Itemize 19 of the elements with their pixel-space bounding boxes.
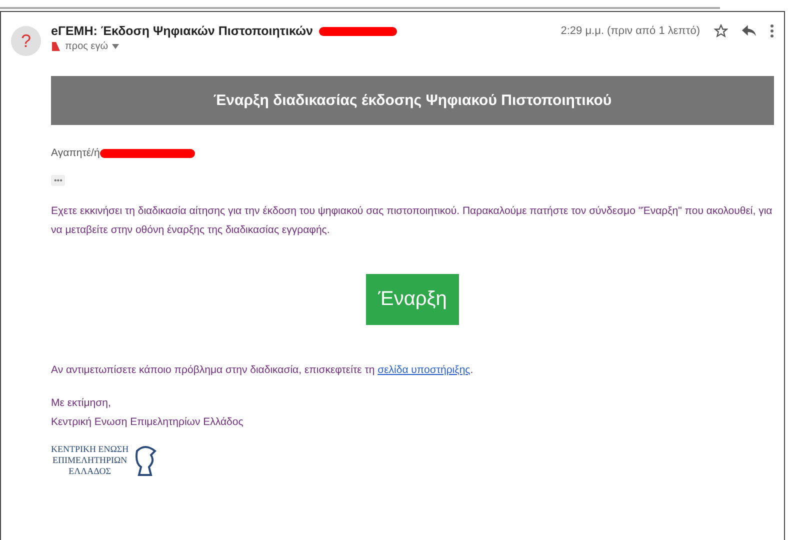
avatar-icon: ?	[11, 26, 41, 56]
more-icon[interactable]	[770, 24, 774, 38]
signature-text: Κεντρική Ενωση Επιμελητηρίων Ελλάδος	[51, 415, 244, 430]
reply-icon[interactable]	[742, 25, 756, 37]
recipient-label[interactable]: προς εγώ	[65, 41, 108, 52]
label-icon	[51, 41, 61, 52]
support-link[interactable]: σελίδα υποστήριξης	[378, 364, 470, 376]
start-button[interactable]: Έναρξη	[366, 274, 459, 325]
email-banner: Έναρξη διαδικασίας έκδοσης Ψηφιακού Πιστοποιητικού	[51, 76, 774, 125]
email-subject: eΓΕΜΗ: Έκδοση Ψηφιακών Πιστοποιητικών	[51, 24, 314, 38]
email-time: 2:29 μ.μ. (πριν από 1 λεπτό)	[560, 25, 700, 37]
support-text: Αν αντιμετωπίσετε κάποιο πρόβλημα στην διαδικασία, επισκεφτείτε τη σελίδα υποστήριξης.	[51, 363, 474, 378]
caret-icon[interactable]	[112, 44, 120, 49]
closing-text: Με εκτίμηση,	[51, 396, 112, 411]
email-paragraph: Εχετε εκκινήσει τη διαδικασία αίτησης για την έκδοση του ψηφιακού σας πιστοποιητικού. Παρακαλούμε πατήστε τον σύνδεσμο "Έναρξη" που ακολουθεί, για να μεταβείτε στην οθόνη έναρξης της διαδικασίας εγγραφής.	[51, 204, 774, 238]
logo-text: ΚΕΝΤΡΙΚΗ ΕΝΩΣΗ ΕΠΙΜΕΛΗΤΗΡΙΩΝ ΕΛΛΑΔΟΣ	[51, 444, 129, 477]
trimmed-content-button[interactable]: •••	[51, 175, 66, 186]
star-icon[interactable]	[714, 24, 728, 38]
greeting-text: Αγαπητέ/ή	[51, 147, 100, 159]
